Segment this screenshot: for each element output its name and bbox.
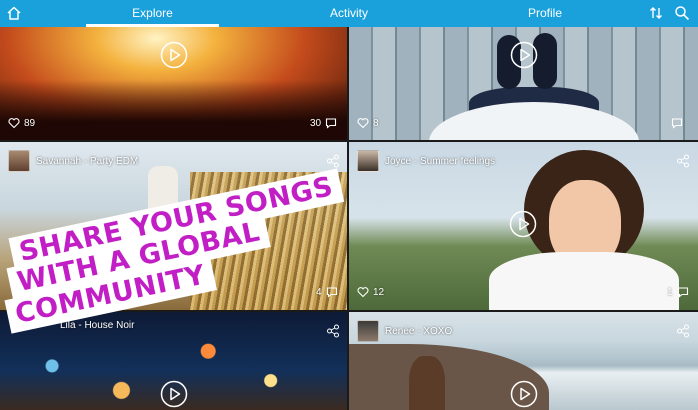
sort-icon[interactable] — [648, 5, 664, 21]
tile-photo-shirt — [429, 102, 639, 140]
tab-profile[interactable]: Profile — [500, 0, 590, 27]
play-icon[interactable] — [510, 41, 538, 69]
comments-count[interactable]: 1 — [667, 286, 689, 298]
share-icon[interactable] — [676, 154, 690, 168]
likes-count[interactable]: 89 — [8, 117, 35, 129]
comments-count[interactable] — [667, 117, 683, 129]
author-song-title: Joyce - Summer feelings — [385, 155, 496, 167]
avatar[interactable] — [8, 150, 30, 172]
top-navigation-bar: Explore Activity Profile — [0, 0, 698, 27]
tab-activity[interactable]: Activity — [300, 0, 398, 27]
comments-value: 1 — [667, 286, 673, 298]
likes-value: 8 — [373, 117, 379, 129]
comments-value: 30 — [310, 117, 322, 129]
tab-explore-label: Explore — [132, 6, 173, 20]
avatar[interactable] — [357, 150, 379, 172]
song-tile[interactable]: Lila - House Noir — [0, 312, 347, 410]
share-icon[interactable] — [326, 154, 340, 168]
tile-author[interactable]: Joyce - Summer feelings — [357, 150, 495, 172]
author-song-title: Savannah - Party EDM — [36, 155, 139, 167]
tile-photo-crowd — [0, 80, 347, 140]
comment-icon — [326, 118, 337, 129]
likes-count[interactable]: 8 — [357, 117, 379, 129]
tile-author[interactable]: Renée - XOXO — [357, 320, 452, 342]
tab-explore[interactable]: Explore — [86, 0, 219, 27]
comments-value: 4 — [316, 286, 322, 298]
app-screen: Explore Activity Profile 89 30 8 Savanna… — [0, 0, 698, 410]
share-icon[interactable] — [676, 324, 690, 338]
likes-count[interactable]: 12 — [357, 286, 384, 298]
heart-icon — [357, 118, 369, 129]
likes-value: 89 — [24, 117, 36, 129]
play-icon[interactable] — [160, 41, 188, 69]
avatar[interactable] — [357, 320, 379, 342]
comments-count[interactable]: 30 — [310, 117, 337, 129]
comments-count[interactable]: 4 — [316, 286, 338, 298]
play-icon[interactable] — [509, 210, 537, 238]
comment-icon — [326, 287, 337, 298]
tile-photo-person — [409, 356, 445, 410]
likes-value: 12 — [373, 286, 385, 298]
song-tile[interactable]: Savannah - Party EDM 4 — [0, 142, 347, 310]
song-tile[interactable]: 8 — [349, 27, 698, 140]
comment-icon — [671, 118, 683, 129]
search-icon[interactable] — [674, 5, 690, 21]
home-icon[interactable] — [6, 5, 22, 21]
tile-author[interactable]: Lila - House Noir — [60, 320, 134, 331]
share-icon[interactable] — [326, 324, 340, 338]
comment-icon — [677, 287, 688, 298]
play-icon[interactable] — [160, 380, 188, 408]
play-icon[interactable] — [510, 380, 538, 408]
tab-profile-label: Profile — [527, 6, 562, 20]
author-song-title: Lila - House Noir — [60, 320, 135, 331]
song-tile[interactable]: 89 30 — [0, 27, 347, 140]
song-tile[interactable]: Renée - XOXO — [349, 312, 698, 410]
tab-activity-label: Activity — [329, 6, 368, 20]
heart-icon — [8, 118, 20, 129]
tile-photo-person — [148, 166, 178, 226]
heart-icon — [357, 287, 369, 298]
author-song-title: Renée - XOXO — [385, 325, 453, 337]
song-tile[interactable]: Joyce - Summer feelings 12 1 — [349, 142, 698, 310]
tile-photo-shirt — [489, 252, 679, 310]
tile-author[interactable]: Savannah - Party EDM — [8, 150, 138, 172]
